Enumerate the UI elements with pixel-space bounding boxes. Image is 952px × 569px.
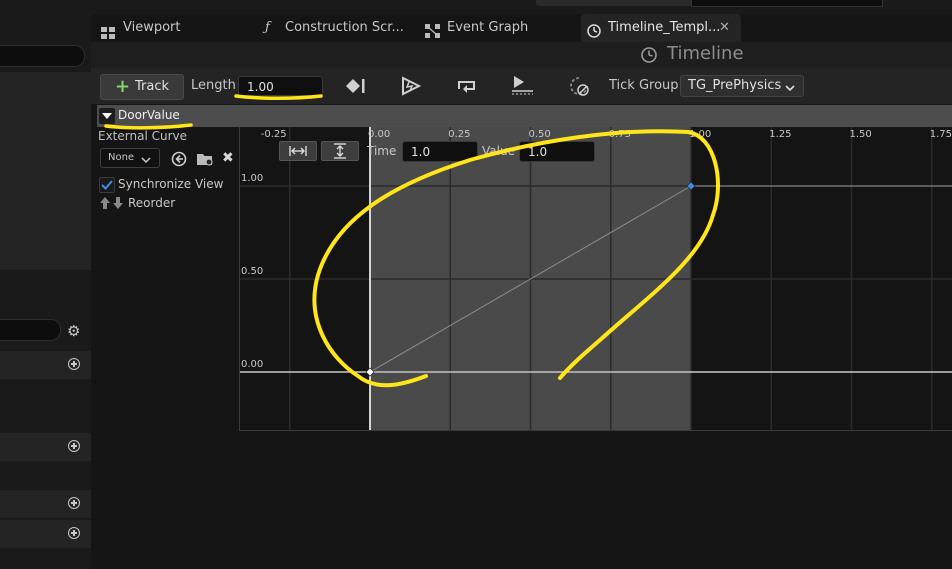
- annotation-underline-track: [104, 123, 193, 130]
- annotation-underline-length: [234, 94, 323, 100]
- annotation-loop: [312, 129, 721, 388]
- annotation-overlay: [104, 94, 721, 388]
